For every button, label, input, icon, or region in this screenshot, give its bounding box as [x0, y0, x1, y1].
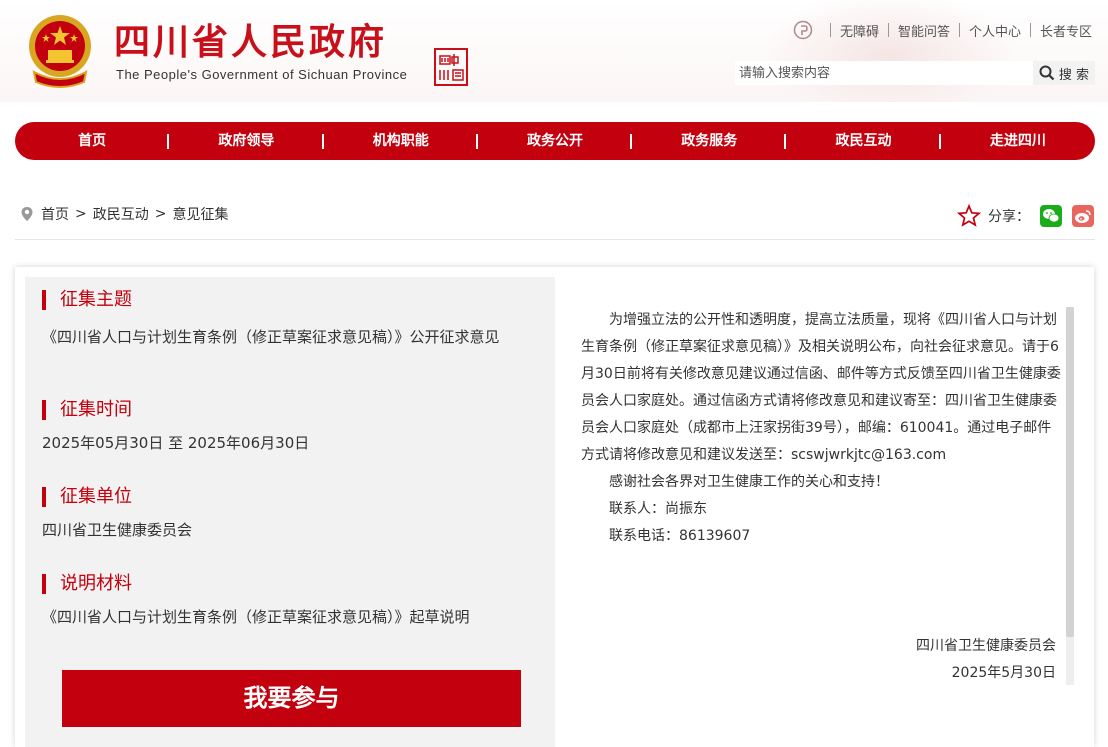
section-title-topic: 征集主题: [42, 290, 132, 310]
materials-link[interactable]: 《四川省人口与计划生育条例（修正草案征求意见稿）》起草说明: [42, 604, 537, 631]
share-label: 分享：: [988, 209, 1030, 225]
star-icon[interactable]: [957, 204, 981, 228]
share-wechat-button[interactable]: [1040, 205, 1062, 227]
link-accessibility[interactable]: 无障碍: [840, 21, 879, 40]
breadcrumb-separator: >: [75, 206, 87, 222]
link-separator: [1029, 23, 1031, 37]
contact-phone: 联系电话：86139607: [609, 528, 751, 544]
breadcrumb-divider: [15, 239, 1095, 240]
section-title-materials: 说明材料: [42, 574, 132, 594]
breadcrumb-current[interactable]: 意见征集: [172, 204, 228, 224]
contact-person: 联系人：尚振东: [609, 501, 707, 517]
site-header: 四川省人民政府 The People's Government of Sichu…: [0, 0, 1108, 102]
section-title-period: 征集时间: [42, 400, 132, 420]
link-separator: [829, 23, 831, 37]
nav-public-affairs[interactable]: 政务公开: [478, 122, 633, 160]
link-separator: [958, 23, 960, 37]
seal-logo-icon: [434, 48, 468, 86]
breadcrumb: 首页 > 政民互动 > 意见征集: [20, 204, 228, 224]
participate-button[interactable]: 我要参与: [62, 670, 521, 727]
nav-interaction[interactable]: 政民互动: [786, 122, 941, 160]
sichuan-map-watermark: [760, 0, 1020, 102]
link-separator: [887, 23, 889, 37]
weibo-icon: [1075, 210, 1091, 223]
share-bar: 分享：: [957, 204, 1094, 228]
breadcrumb-separator: >: [154, 206, 167, 222]
consultation-info-panel: 征集主题 《四川省人口与计划生育条例（修正草案征求意见稿）》公开征求意见 征集时…: [25, 277, 555, 747]
link-smart-qa[interactable]: 智能问答: [898, 21, 950, 40]
section-text-organizer: 四川省卫生健康委员会: [42, 521, 193, 539]
nav-institutions[interactable]: 机构职能: [324, 122, 479, 160]
site-title: 四川省人民政府: [114, 21, 388, 63]
nav-home[interactable]: 首页: [15, 122, 170, 160]
signature-organization: 四川省卫生健康委员会: [916, 638, 1056, 654]
location-pin-icon: [21, 207, 33, 221]
search-button[interactable]: 搜 索: [1033, 61, 1095, 85]
nav-about-sichuan[interactable]: 走进四川: [941, 122, 1095, 160]
accessibility-icon[interactable]: [793, 20, 813, 40]
wechat-icon: [1043, 209, 1060, 223]
search-icon: [1039, 65, 1055, 81]
site-subtitle: The People's Government of Sichuan Provi…: [116, 67, 408, 82]
nav-services[interactable]: 政务服务: [632, 122, 787, 160]
link-elderly-zone[interactable]: 长者专区: [1040, 21, 1092, 40]
search-input[interactable]: [735, 61, 1039, 85]
consultation-card: 征集主题 《四川省人口与计划生育条例（修正草案征求意见稿）》公开征求意见 征集时…: [15, 267, 1094, 747]
breadcrumb-interaction[interactable]: 政民互动: [93, 204, 149, 224]
scrollbar-thumb[interactable]: [1066, 307, 1074, 637]
breadcrumb-home[interactable]: 首页: [41, 204, 69, 224]
search-box: 搜 索: [735, 61, 1095, 85]
nav-leaders[interactable]: 政府领导: [169, 122, 324, 160]
signature-date: 2025年5月30日: [951, 665, 1056, 681]
section-text-topic: 《四川省人口与计划生育条例（修正草案征求意见稿）》公开征求意见: [42, 328, 500, 346]
search-button-label: 搜 索: [1058, 67, 1090, 83]
top-links: 无障碍 智能问答 个人中心 长者专区: [793, 20, 1092, 40]
share-weibo-button[interactable]: [1072, 205, 1094, 227]
description-paragraph: 为增强立法的公开性和透明度，提高立法质量，现将《四川省人口与计划生育条例（修正草…: [581, 312, 1061, 463]
link-personal-center[interactable]: 个人中心: [969, 21, 1021, 40]
consultation-description: 为增强立法的公开性和透明度，提高立法质量，现将《四川省人口与计划生育条例（修正草…: [581, 307, 1061, 687]
section-title-organizer: 征集单位: [42, 487, 132, 507]
national-emblem-icon[interactable]: [24, 12, 96, 90]
description-scrollbar[interactable]: [1066, 307, 1074, 685]
thanks-paragraph: 感谢社会各界对卫生健康工作的关心和支持！: [609, 474, 889, 490]
section-text-period: 2025年05月30日 至 2025年06月30日: [42, 434, 310, 452]
main-nav: 首页 政府领导 机构职能 政务公开 政务服务 政民互动 走进四川: [15, 122, 1095, 160]
